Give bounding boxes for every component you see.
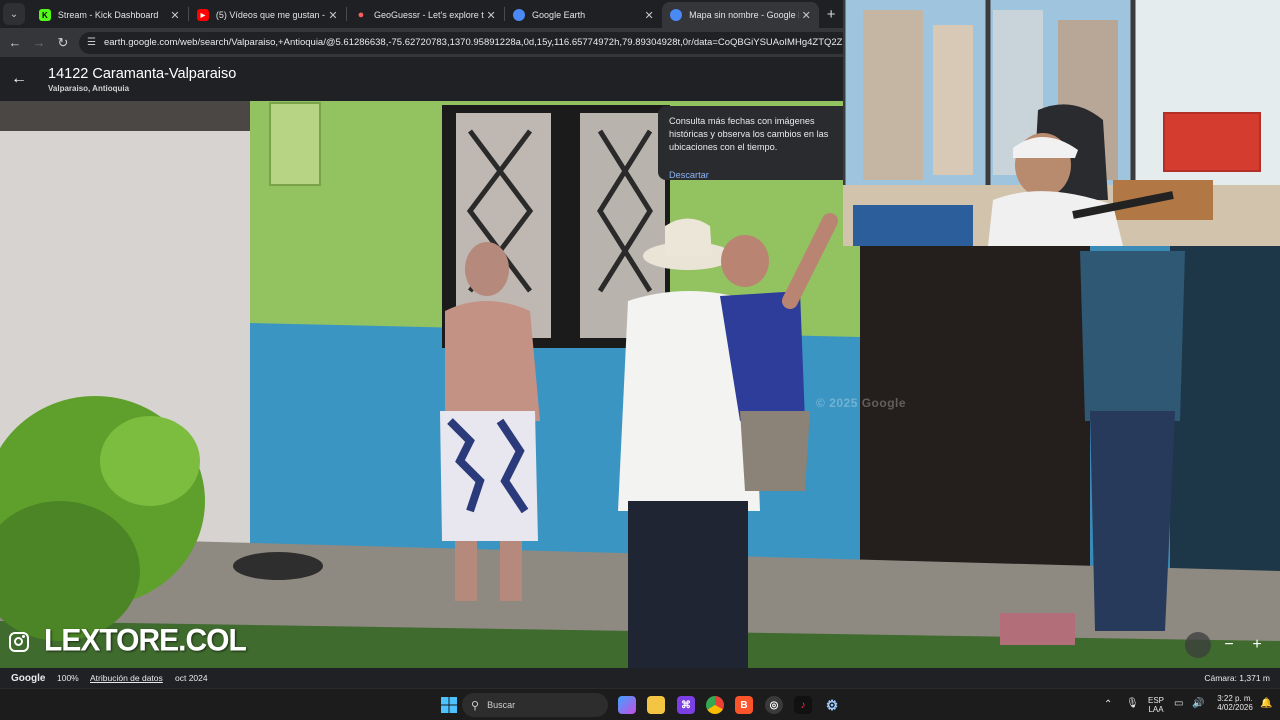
- tab-youtube[interactable]: ▶ (5) Vídeos que me gustan - YouTube ✕: [189, 2, 346, 28]
- close-icon[interactable]: ✕: [168, 9, 182, 22]
- zoom-controls: − +: [1219, 636, 1267, 654]
- google-logo: Google: [11, 672, 46, 684]
- volume-icon[interactable]: 🔊: [1192, 698, 1204, 709]
- chrome-icon[interactable]: [706, 696, 724, 714]
- file-explorer-icon[interactable]: [647, 696, 665, 714]
- close-icon[interactable]: ✕: [642, 9, 656, 22]
- zoom-in-button[interactable]: +: [1247, 636, 1267, 654]
- streetview-header: ← 14122 Caramanta-Valparaiso Valparaiso,…: [0, 57, 843, 101]
- zoom-out-button[interactable]: −: [1219, 636, 1239, 654]
- tab-search-menu-button[interactable]: ⌄: [3, 3, 25, 25]
- settings-gear-icon[interactable]: ⚙: [823, 696, 841, 714]
- obs-icon[interactable]: ◎: [765, 696, 783, 714]
- tiktok-icon[interactable]: ♪: [794, 696, 812, 714]
- instagram-icon-dot: [22, 635, 25, 638]
- streamer-brand: LEXTORE.COL: [44, 623, 247, 658]
- back-arrow-icon[interactable]: ←: [3, 35, 27, 50]
- imagery-date: oct 2024: [175, 673, 208, 683]
- zoom-level: 100%: [57, 673, 79, 683]
- clock-date: 4/02/2026: [1217, 703, 1253, 712]
- tray-overflow-icon[interactable]: ⌃: [1104, 699, 1112, 710]
- location-subtitle: Valparaiso, Antioquia: [48, 84, 130, 93]
- geoguessr-pin-icon: ●: [357, 9, 365, 21]
- data-attribution-link[interactable]: Atribución de datos: [90, 673, 175, 683]
- tab-title: (5) Vídeos que me gustan - YouTube: [215, 10, 326, 20]
- close-icon[interactable]: ✕: [484, 9, 498, 22]
- new-tab-button[interactable]: +: [819, 6, 843, 23]
- webcam-image: [843, 0, 1280, 246]
- close-icon[interactable]: ✕: [326, 9, 340, 22]
- historical-imagery-notice: Consulta más fechas con imágenes históri…: [658, 106, 843, 180]
- language-indicator[interactable]: ESP LAA: [1146, 696, 1166, 714]
- tab-google-earth[interactable]: Google Earth ✕: [505, 2, 662, 28]
- tab-title: GeoGuessr - Let's explore the world!: [373, 10, 484, 20]
- clock-time: 3:22 p. m.: [1217, 694, 1253, 703]
- compass-control[interactable]: [1185, 632, 1211, 658]
- notification-icon[interactable]: 🔔: [1260, 698, 1272, 709]
- clock[interactable]: 3:22 p. m. 4/02/2026: [1212, 694, 1258, 712]
- kick-icon: K: [38, 9, 51, 21]
- windows-start-icon[interactable]: [440, 696, 458, 714]
- url-text: earth.google.com/web/search/Valparaiso,+…: [103, 37, 843, 48]
- search-placeholder: Buscar: [487, 700, 516, 710]
- globe-icon: [513, 9, 526, 21]
- address-bar[interactable]: ☰ earth.google.com/web/search/Valparaiso…: [79, 31, 843, 54]
- close-icon[interactable]: ✕: [799, 9, 813, 22]
- back-arrow-icon[interactable]: ←: [11, 70, 27, 88]
- network-icon[interactable]: ▭: [1174, 698, 1183, 709]
- reload-icon[interactable]: ↻: [51, 35, 75, 51]
- globe-icon: [670, 9, 683, 21]
- tab-title: Google Earth: [532, 10, 586, 20]
- taskbar-search-input[interactable]: ⚲ Buscar: [462, 693, 608, 717]
- forward-arrow-icon[interactable]: →: [27, 35, 51, 50]
- webcam-overlay: [843, 0, 1280, 246]
- tab-kick[interactable]: K Stream - Kick Dashboard ✕: [31, 2, 188, 28]
- tab-title: Mapa sin nombre - Google Earth: [689, 10, 799, 20]
- tab-geoguessr[interactable]: ● GeoGuessr - Let's explore the world! ✕: [347, 2, 504, 28]
- browser-toolbar: ← → ↻ ☰ earth.google.com/web/search/Valp…: [0, 28, 843, 57]
- brave-icon[interactable]: B: [735, 696, 753, 714]
- app-purple-icon[interactable]: ⌘: [677, 696, 695, 714]
- notice-message: Consulta más fechas con imágenes históri…: [669, 116, 829, 152]
- microphone-icon[interactable]: 🎙: [1126, 698, 1139, 709]
- dismiss-button[interactable]: Descartar: [669, 170, 843, 180]
- language-code: ESP: [1147, 696, 1164, 705]
- copilot-icon[interactable]: [618, 696, 636, 714]
- tab-strip: ⌄ K Stream - Kick Dashboard ✕ ▶ (5) Víde…: [0, 0, 843, 28]
- tab-title: Stream - Kick Dashboard: [57, 10, 159, 20]
- search-icon: ⚲: [471, 699, 480, 712]
- map-footer: Google 100% Atribución de datos oct 2024…: [0, 668, 1280, 688]
- youtube-icon: ▶: [196, 9, 209, 21]
- site-settings-icon[interactable]: ☰: [87, 37, 96, 48]
- camera-altitude: Cámara: 1,371 m: [1204, 673, 1270, 683]
- tab-mapa-sin-nombre[interactable]: Mapa sin nombre - Google Earth ✕: [662, 2, 820, 28]
- keyboard-layout: LAA: [1148, 705, 1164, 714]
- windows-taskbar: ⚲ Buscar ⌘ B ◎ ♪ ⚙ ⌃ 🎙 ESP LAA ▭ 🔊 3:22 …: [0, 688, 1280, 720]
- location-title: 14122 Caramanta-Valparaiso: [48, 66, 237, 82]
- google-copyright-watermark: © 2025 Google: [816, 396, 907, 410]
- instagram-icon: [9, 632, 29, 652]
